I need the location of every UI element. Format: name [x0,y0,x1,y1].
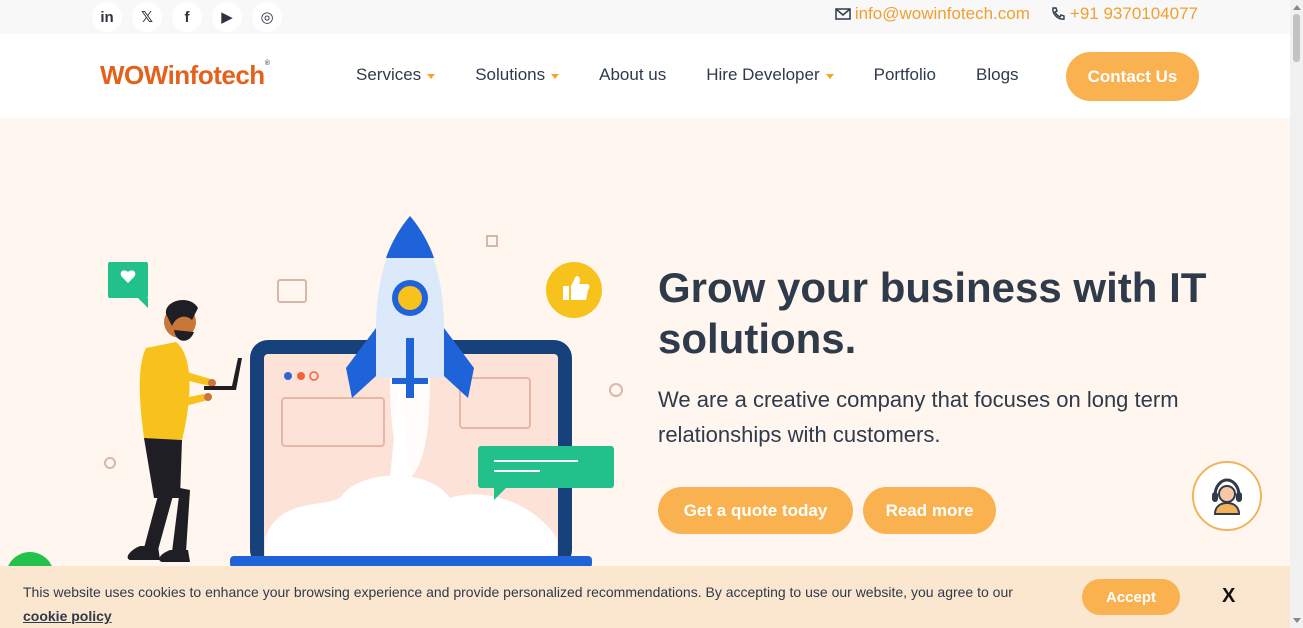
contact-us-button[interactable]: Contact Us [1066,52,1199,101]
nav-item-portfolio[interactable]: Portfolio [874,65,936,85]
nav-label: Services [356,65,422,84]
nav-label: Portfolio [873,65,936,84]
scrollbar[interactable] [1290,0,1303,628]
x-icon[interactable]: 𝕏 [132,2,162,32]
facebook-icon[interactable]: f [172,2,202,32]
close-cookie-button[interactable]: X [1222,585,1235,608]
chevron-down-icon [427,74,436,79]
read-more-button[interactable]: Read more [863,487,996,534]
scroll-up-icon[interactable] [1293,5,1301,10]
nav-menu: Services Solutions About us Hire Develop… [356,65,1019,85]
main-nav: WOWinfotech® Services Solutions About us… [0,34,1290,118]
get-quote-button[interactable]: Get a quote today [658,487,853,534]
top-bar: in 𝕏 f ▶ ◎ info@wowinfotech.com +91 9370… [0,0,1290,34]
cookie-message: This website uses cookies to enhance you… [23,580,1053,628]
email-text: info@wowinfotech.com [854,4,1030,23]
headset-agent-icon [1212,478,1242,515]
nav-label: Hire Developer [706,65,820,84]
nav-item-about[interactable]: About us [599,65,666,85]
nav-label: About us [599,65,667,84]
social-links: in 𝕏 f ▶ ◎ [92,2,282,32]
hero-subtitle: We are a creative company that focuses o… [658,387,1179,447]
linkedin-icon[interactable]: in [92,2,122,32]
phone-text: +91 9370104077 [1069,4,1198,23]
hero-title: Grow your business with IT solutions. [658,264,1207,362]
nav-item-blogs[interactable]: Blogs [976,65,1019,85]
youtube-icon[interactable]: ▶ [212,2,242,32]
chevron-down-icon [825,74,834,79]
hero-section: Grow your business with IT solutions. We… [0,118,1290,628]
email-link[interactable]: info@wowinfotech.com [835,4,1030,24]
mail-icon [835,8,851,20]
logo-text: WOWinfotech [100,60,265,90]
chevron-down-icon [551,74,560,79]
nav-label: Solutions [475,65,546,84]
phone-link[interactable]: +91 9370104077 [1050,4,1198,24]
support-chat-button[interactable] [1192,461,1262,531]
cookie-text: This website uses cookies to enhance you… [23,584,1013,600]
rocket-launch-illustration [104,216,623,568]
cookie-banner: This website uses cookies to enhance you… [0,566,1290,628]
logo[interactable]: WOWinfotech® [100,60,270,91]
nav-item-solutions[interactable]: Solutions [475,65,560,85]
nav-item-hire-developer[interactable]: Hire Developer [706,65,834,85]
cookie-policy-link[interactable]: cookie policy [23,608,112,624]
accept-button[interactable]: Accept [1082,579,1180,615]
nav-label: Blogs [976,65,1019,84]
scroll-down-icon[interactable] [1293,618,1301,623]
contact-info: info@wowinfotech.com +91 9370104077 [835,4,1198,24]
scroll-thumb[interactable] [1293,14,1300,62]
phone-icon [1052,7,1065,20]
nav-item-services[interactable]: Services [356,65,436,85]
instagram-icon[interactable]: ◎ [252,2,282,32]
